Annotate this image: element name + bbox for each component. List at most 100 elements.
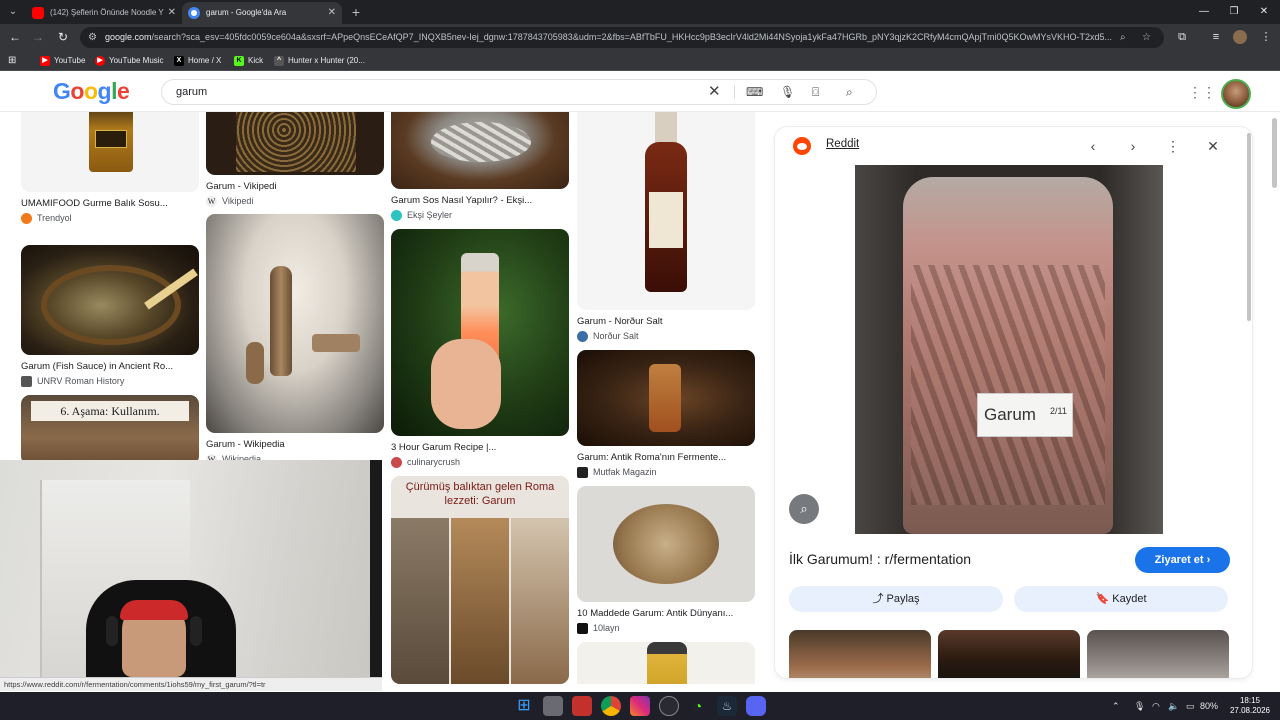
- site-info-icon[interactable]: ⚙: [88, 27, 97, 48]
- image-result-card[interactable]: 6. Aşama: Kullanım.: [21, 395, 199, 465]
- result-image[interactable]: 6. Aşama: Kullanım.: [21, 395, 199, 465]
- result-image[interactable]: [577, 350, 755, 446]
- result-title[interactable]: Garum - Norður Salt: [577, 316, 755, 328]
- bookmark-kick[interactable]: K Kick: [234, 54, 263, 68]
- bookmark-youtube-music[interactable]: ▶ YouTube Music: [95, 54, 164, 68]
- close-window-button[interactable]: ✕: [1248, 0, 1280, 24]
- reload-button[interactable]: ↻: [53, 27, 73, 47]
- wifi-icon[interactable]: ◠: [1152, 692, 1160, 720]
- panel-scrollbar[interactable]: [1247, 133, 1251, 321]
- result-source[interactable]: Norður Salt: [577, 330, 755, 342]
- related-thumbnail[interactable]: [1087, 630, 1229, 678]
- new-tab-button[interactable]: +: [346, 2, 366, 22]
- image-result-card[interactable]: Garum: Antik Roma'nın Fermente... Mutfak…: [577, 350, 755, 478]
- result-image[interactable]: [391, 229, 569, 436]
- result-image[interactable]: [206, 112, 384, 175]
- minimize-button[interactable]: —: [1188, 0, 1220, 24]
- google-apps-icon[interactable]: ⋮⋮: [1188, 84, 1216, 100]
- result-source[interactable]: UNRV Roman History: [21, 375, 199, 387]
- image-result-card[interactable]: Çürümüş balıktan gelen Roma lezzeti: Gar…: [391, 476, 569, 684]
- image-result-card[interactable]: 10 Maddede Garum: Antik Dünyanı... 10lay…: [577, 486, 755, 634]
- chrome-icon[interactable]: [601, 696, 621, 716]
- forward-button[interactable]: →: [28, 27, 48, 47]
- task-view-icon[interactable]: [543, 696, 563, 716]
- tab-close-icon[interactable]: ✕: [168, 2, 176, 24]
- result-source[interactable]: 10layn: [577, 622, 755, 634]
- zoom-icon[interactable]: ⌕: [1120, 27, 1126, 48]
- account-avatar[interactable]: [1221, 79, 1251, 109]
- keyboard-icon[interactable]: ⌨: [746, 80, 763, 104]
- steam-icon[interactable]: ♨: [717, 696, 737, 716]
- microphone-icon[interactable]: 🎙: [780, 80, 795, 104]
- result-source[interactable]: Ekşi Şeyler: [391, 209, 569, 221]
- result-source[interactable]: culinarycrush: [391, 456, 569, 468]
- result-image[interactable]: [21, 112, 199, 192]
- microphone-tray-icon[interactable]: 🎙: [1134, 692, 1145, 720]
- tab-close-icon[interactable]: ✕: [328, 2, 336, 24]
- save-button[interactable]: 🔖 Kaydet: [1014, 586, 1228, 612]
- image-result-card[interactable]: Garum - Vikipedi W Vikipedi: [206, 112, 384, 207]
- tab-google-search[interactable]: garum - Google'da Ara ✕: [182, 2, 342, 24]
- result-source[interactable]: W Vikipedi: [206, 195, 384, 207]
- volume-icon[interactable]: 🔈: [1168, 692, 1179, 720]
- google-logo[interactable]: Google: [53, 78, 130, 105]
- instagram-icon[interactable]: [630, 696, 650, 716]
- extensions-icon[interactable]: ⧉: [1172, 27, 1192, 47]
- kick-app-icon[interactable]: ◔: [688, 696, 708, 716]
- result-title[interactable]: 10 Maddede Garum: Antik Dünyanı...: [577, 608, 755, 620]
- windows-start-icon[interactable]: ⊞: [514, 696, 534, 716]
- clear-search-icon[interactable]: ✕: [708, 80, 721, 104]
- menu-kebab-icon[interactable]: ⋮: [1256, 27, 1276, 47]
- system-clock[interactable]: 18:15 27.08.2026: [1222, 696, 1278, 716]
- lens-search-icon[interactable]: ⌕: [789, 494, 819, 524]
- panel-site-link[interactable]: Reddit: [826, 138, 859, 150]
- next-icon[interactable]: ›: [1122, 135, 1144, 157]
- obs-icon[interactable]: [659, 696, 679, 716]
- browser-profile-avatar[interactable]: [1233, 30, 1247, 44]
- bookmark-star-icon[interactable]: ☆: [1142, 27, 1151, 48]
- lens-camera-icon[interactable]: ⌼: [812, 80, 819, 104]
- result-image[interactable]: [391, 112, 569, 189]
- result-title[interactable]: Garum - Wikipedia: [206, 439, 384, 451]
- search-icon[interactable]: ⌕: [846, 80, 853, 104]
- bookmark-x[interactable]: X Home / X: [174, 54, 221, 68]
- tab-youtube[interactable]: (142) Şeflerin Önünde Noodle Y ✕: [26, 2, 182, 24]
- panel-result-title[interactable]: İlk Garumum! : r/fermentation: [789, 551, 971, 567]
- result-image[interactable]: Çürümüş balıktan gelen Roma lezzeti: Gar…: [391, 476, 569, 684]
- close-panel-icon[interactable]: ✕: [1202, 135, 1224, 157]
- apps-grid-icon[interactable]: ⊞: [8, 54, 16, 68]
- result-title[interactable]: Garum - Vikipedi: [206, 181, 384, 193]
- url-text[interactable]: google.com/search?sca_esv=405fdc0059ce60…: [105, 27, 1115, 48]
- page-scrollbar[interactable]: [1272, 118, 1277, 188]
- related-thumbnail[interactable]: [938, 630, 1080, 678]
- discord-icon[interactable]: [746, 696, 766, 716]
- search-box[interactable]: ✕ ⌨ 🎙 ⌼ ⌕: [161, 79, 877, 105]
- image-result-card[interactable]: Garum - Norður Salt Norður Salt: [577, 112, 755, 342]
- address-bar[interactable]: ⚙ google.com/search?sca_esv=405fdc0059ce…: [80, 27, 1164, 48]
- maximize-button[interactable]: ❐: [1218, 0, 1250, 24]
- result-image[interactable]: [577, 642, 755, 684]
- related-thumbnail[interactable]: [789, 630, 931, 678]
- bookmark-youtube[interactable]: ▶ YouTube: [40, 54, 85, 68]
- image-result-card[interactable]: Garum Sos Nasıl Yapılır? - Ekşi... Ekşi …: [391, 112, 569, 221]
- battery-icon[interactable]: ▭: [1186, 692, 1195, 720]
- result-title[interactable]: Garum: Antik Roma'nın Fermente...: [577, 452, 755, 464]
- more-options-icon[interactable]: ⋮: [1162, 135, 1184, 157]
- image-result-card[interactable]: 3 Hour Garum Recipe |... culinarycrush: [391, 229, 569, 468]
- result-image[interactable]: [21, 245, 199, 355]
- result-source[interactable]: Trendyol: [21, 212, 199, 224]
- visit-button[interactable]: Ziyaret et ›: [1135, 547, 1230, 573]
- back-button[interactable]: ←: [5, 27, 25, 47]
- result-title[interactable]: 3 Hour Garum Recipe |...: [391, 442, 569, 454]
- app-icon[interactable]: [572, 696, 592, 716]
- reading-list-icon[interactable]: ≡: [1206, 27, 1226, 47]
- result-title[interactable]: Garum (Fish Sauce) in Ancient Ro...: [21, 361, 199, 373]
- share-button[interactable]: ⤴ Paylaş: [789, 586, 1003, 612]
- result-source[interactable]: Mutfak Magazin: [577, 466, 755, 478]
- result-title[interactable]: Garum Sos Nasıl Yapılır? - Ekşi...: [391, 195, 569, 207]
- preview-image[interactable]: Garum 2/11: [855, 165, 1163, 534]
- tab-search-icon[interactable]: ⌄: [4, 3, 22, 21]
- result-title[interactable]: UMAMIFOOD Gurme Balık Sosu...: [21, 198, 199, 210]
- image-result-card[interactable]: [577, 642, 755, 684]
- result-image[interactable]: [577, 486, 755, 602]
